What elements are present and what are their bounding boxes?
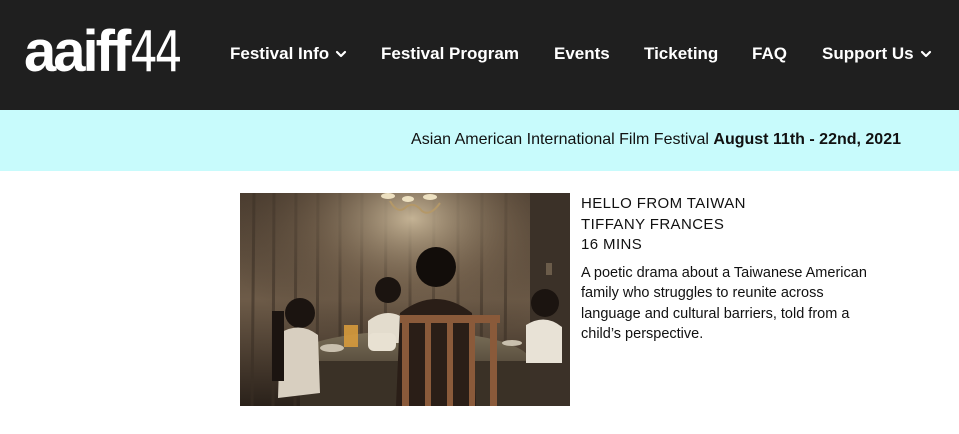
logo-edition-number: 44 [130, 20, 182, 85]
banner-text: Asian American International Film Festiv… [411, 131, 901, 149]
nav-festival-program[interactable]: Festival Program [381, 44, 519, 64]
nav-festival-program-label: Festival Program [381, 44, 519, 63]
nav-support-us[interactable]: Support Us [822, 44, 932, 64]
nav-faq[interactable]: FAQ [752, 44, 787, 64]
nav-ticketing-label: Ticketing [644, 44, 719, 63]
film-still-illustration [240, 193, 570, 406]
banner-festival-name: Asian American International Film Festiv… [411, 131, 709, 148]
nav-ticketing[interactable]: Ticketing [644, 44, 718, 64]
film-director: TIFFANY FRANCES [581, 215, 725, 233]
site-header: aaiff 44 Festival Info Festival Program E… [0, 0, 959, 110]
film-runtime: 16 MINS [581, 236, 643, 253]
chevron-down-icon [336, 50, 347, 58]
festival-dates-banner: Asian American International Film Festiv… [0, 110, 959, 171]
nav-events-label: Events [554, 44, 610, 63]
chevron-down-icon [920, 50, 931, 58]
nav-events[interactable]: Events [554, 44, 610, 64]
nav-festival-info[interactable]: Festival Info [230, 44, 347, 64]
nav-support-us-label: Support Us [822, 44, 914, 63]
film-still-image[interactable] [240, 193, 570, 406]
film-details: HELLO FROM TAIWAN TIFFANY FRANCES 16 MIN… [581, 194, 911, 345]
logo-wordmark: aaiff [24, 19, 131, 84]
banner-dates: August 11th - 22nd, 2021 [713, 131, 901, 148]
aaiff-logo[interactable]: aaiff 44 [24, 19, 194, 85]
nav-faq-label: FAQ [752, 44, 787, 63]
nav-festival-info-label: Festival Info [230, 44, 330, 63]
film-title[interactable]: HELLO FROM TAIWAN [581, 194, 911, 215]
film-description: A poetic drama about a Taiwanese America… [581, 264, 867, 343]
